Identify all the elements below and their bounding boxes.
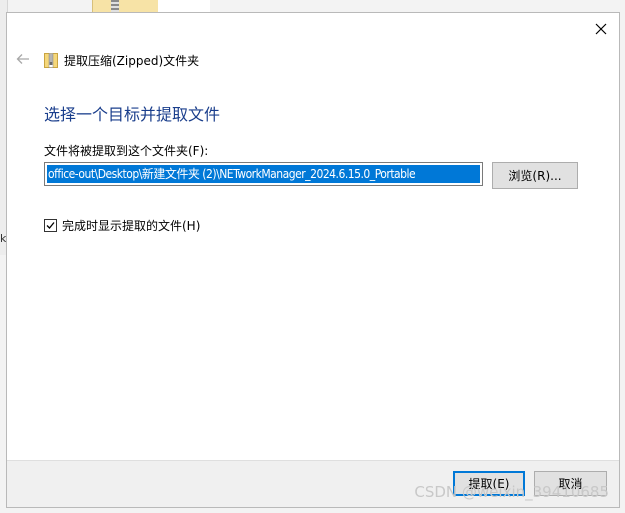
wizard-title-row: 提取压缩(Zipped)文件夹 (44, 51, 199, 69)
background-zip-folder-thumbnail (92, 0, 160, 12)
page-heading: 选择一个目标并提取文件 (44, 105, 221, 124)
show-files-option[interactable]: 完成时显示提取的文件(H) (44, 217, 200, 233)
extract-zip-dialog: 提取压缩(Zipped)文件夹 选择一个目标并提取文件 文件将被提取到这个文件夹… (6, 12, 620, 508)
zipper-strip (111, 0, 119, 12)
back-arrow-icon (16, 54, 29, 64)
checkmark-icon (46, 221, 55, 229)
destination-path-value: office-out\Desktop\新建文件夹 (2)\NETworkMana… (47, 165, 480, 183)
close-button[interactable] (591, 19, 611, 39)
browse-button[interactable]: 浏览(R)... (492, 162, 578, 189)
wizard-title: 提取压缩(Zipped)文件夹 (64, 53, 200, 68)
background-white-area (158, 0, 210, 12)
show-files-checkbox[interactable] (44, 218, 57, 232)
destination-path-input[interactable]: office-out\Desktop\新建文件夹 (2)\NETworkMana… (44, 162, 483, 186)
show-files-label: 完成时显示提取的文件(H) (62, 218, 201, 233)
close-icon (595, 23, 607, 35)
destination-label: 文件将被提取到这个文件夹(F): (44, 144, 209, 158)
watermark: CSDN @weixin_39410685 (414, 483, 609, 501)
back-button[interactable] (13, 49, 33, 69)
zip-folder-icon (44, 52, 58, 68)
